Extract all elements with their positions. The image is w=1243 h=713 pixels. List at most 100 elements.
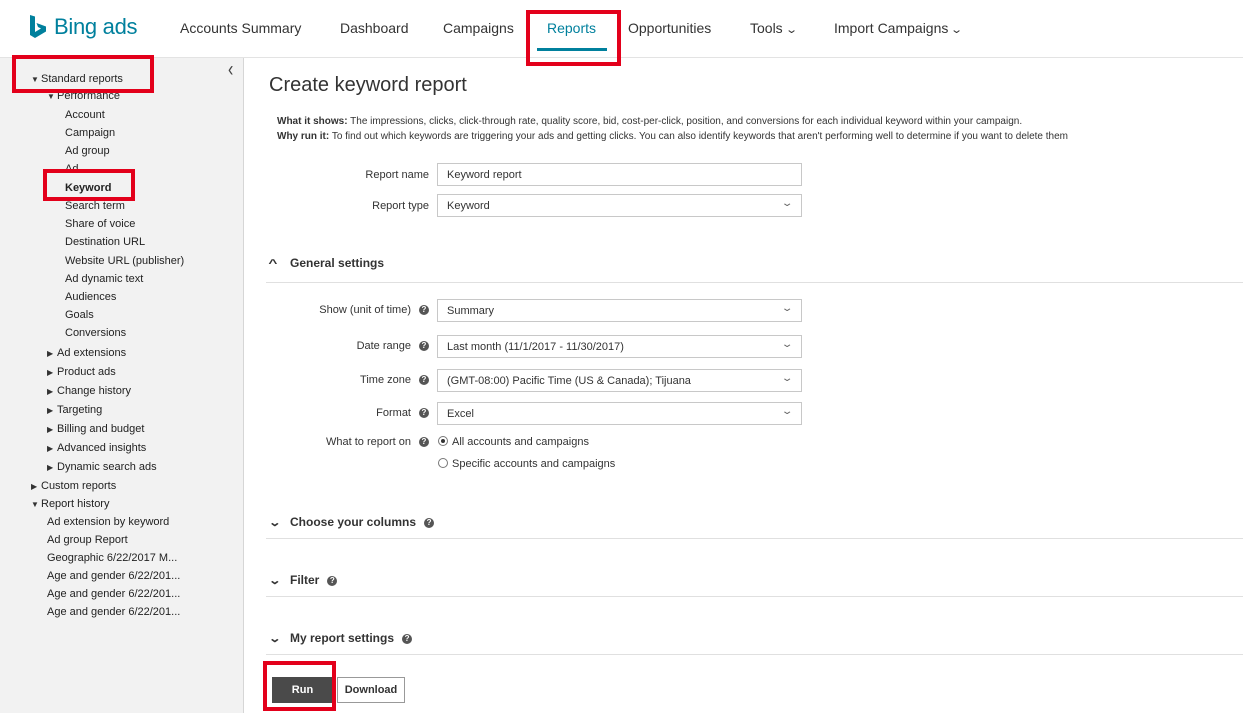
format-select[interactable]: Excel ⌄	[437, 402, 802, 425]
date-range-label: Date range?	[357, 340, 429, 352]
history-item[interactable]: Ad group Report	[47, 533, 128, 547]
help-icon[interactable]: ?	[419, 408, 429, 419]
download-button[interactable]: Download	[337, 677, 405, 703]
report-type-label: Report type	[372, 200, 429, 212]
tree-performance[interactable]: ▼ Performance	[47, 89, 120, 104]
filter-header[interactable]: ⌄ Filter?	[268, 573, 338, 587]
what-text: The impressions, clicks, click-through r…	[347, 116, 1023, 127]
help-icon[interactable]: ?	[419, 437, 429, 448]
tree-item-share-of-voice[interactable]: Share of voice	[65, 217, 135, 231]
page-title: Create keyword report	[269, 74, 467, 96]
history-item[interactable]: Age and gender 6/22/201...	[47, 569, 180, 583]
nav-campaigns[interactable]: Campaigns	[443, 20, 514, 36]
chevron-left-icon[interactable]: ‹	[228, 59, 233, 82]
tree-item-account[interactable]: Account	[65, 108, 105, 122]
report-name-input[interactable]: Keyword report	[437, 163, 802, 186]
tree-targeting[interactable]: ▶ Targeting	[47, 403, 102, 418]
nav-reports[interactable]: Reports	[547, 20, 596, 36]
triangle-right-icon: ▶	[47, 425, 54, 434]
tree-report-history[interactable]: ▼ Report history	[31, 497, 109, 512]
chevron-down-icon: ⌄	[780, 198, 794, 209]
tree-item-search-term[interactable]: Search term	[65, 199, 125, 213]
tree-advanced-insights[interactable]: ▶ Advanced insights	[47, 441, 146, 456]
brand-name: Bing ads	[54, 14, 138, 39]
why-text: To find out which keywords are triggerin…	[329, 131, 1069, 142]
time-zone-value: (GMT-08:00) Pacific Time (US & Canada); …	[447, 375, 691, 387]
help-icon[interactable]: ?	[419, 375, 429, 386]
triangle-right-icon: ▶	[47, 463, 54, 472]
tree-label: Dynamic search ads	[57, 461, 157, 473]
bing-ads-logo[interactable]: Bing ads	[28, 14, 138, 40]
format-value: Excel	[447, 408, 474, 420]
report-type-select[interactable]: Keyword ⌄	[437, 194, 802, 217]
tree-item-ad-dynamic-text[interactable]: Ad dynamic text	[65, 272, 143, 286]
report-name-label: Report name	[365, 169, 429, 181]
triangle-down-icon: ▼	[47, 92, 55, 101]
nav-dashboard[interactable]: Dashboard	[340, 20, 409, 36]
triangle-down-icon: ▼	[31, 500, 39, 509]
tree-product-ads[interactable]: ▶ Product ads	[47, 365, 116, 380]
date-range-value: Last month (11/1/2017 - 11/30/2017)	[447, 341, 624, 353]
run-button[interactable]: Run	[272, 677, 333, 703]
tree-item-ad-group[interactable]: Ad group	[65, 144, 110, 158]
tree-item-conversions[interactable]: Conversions	[65, 326, 126, 340]
history-item[interactable]: Age and gender 6/22/201...	[47, 605, 180, 619]
report-name-value: Keyword report	[447, 169, 522, 181]
tree-item-campaign[interactable]: Campaign	[65, 126, 115, 140]
why-run-it: Why run it: To find out which keywords a…	[277, 131, 1068, 142]
my-report-settings-header[interactable]: ⌄ My report settings?	[268, 631, 413, 645]
tree-change-history[interactable]: ▶ Change history	[47, 384, 131, 399]
general-settings-header[interactable]: ^ General settings	[268, 256, 385, 270]
show-unit-select[interactable]: Summary ⌄	[437, 299, 802, 322]
tree-ad-extensions[interactable]: ▶ Ad extensions	[47, 346, 126, 361]
choose-columns-header[interactable]: ⌄ Choose your columns?	[268, 515, 435, 529]
nav-tools[interactable]: Tools ⌄	[750, 20, 798, 36]
nav-accounts-summary[interactable]: Accounts Summary	[180, 20, 301, 36]
tree-billing-budget[interactable]: ▶ Billing and budget	[47, 422, 144, 437]
history-item[interactable]: Age and gender 6/22/201...	[47, 587, 180, 601]
what-label: What it shows:	[277, 116, 348, 127]
tree-item-audiences[interactable]: Audiences	[65, 290, 116, 304]
tree-custom-reports[interactable]: ▶ Custom reports	[31, 479, 116, 494]
chevron-down-icon: ⌄	[950, 24, 964, 36]
help-icon[interactable]: ?	[419, 305, 429, 316]
chevron-down-icon: ⌄	[784, 24, 798, 36]
time-zone-select[interactable]: (GMT-08:00) Pacific Time (US & Canada); …	[437, 369, 802, 392]
section-divider	[266, 282, 1243, 283]
report-on-label: What to report on?	[326, 436, 429, 448]
nav-import-campaigns[interactable]: Import Campaigns ⌄	[834, 20, 964, 36]
radio-specific-accounts[interactable]: Specific accounts and campaigns	[438, 458, 615, 470]
triangle-right-icon: ▶	[47, 444, 54, 453]
nav-opportunities[interactable]: Opportunities	[628, 20, 711, 36]
chevron-down-icon: ⌄	[268, 575, 282, 587]
triangle-down-icon: ▼	[31, 75, 39, 84]
general-settings-label: General settings	[290, 256, 385, 270]
radio-label: All accounts and campaigns	[452, 436, 589, 448]
tree-standard-reports[interactable]: ▼ Standard reports	[31, 72, 123, 87]
tree-label: Standard reports	[41, 73, 123, 85]
tree-item-goals[interactable]: Goals	[65, 308, 94, 322]
tree-label: Advanced insights	[57, 442, 147, 454]
history-item[interactable]: Geographic 6/22/2017 M...	[47, 551, 177, 565]
date-range-select[interactable]: Last month (11/1/2017 - 11/30/2017) ⌄	[437, 335, 802, 358]
show-unit-value: Summary	[447, 305, 495, 317]
history-item[interactable]: Ad extension by keyword	[47, 515, 169, 529]
section-divider	[266, 538, 1243, 539]
bing-logo-icon	[30, 15, 46, 38]
tree-item-destination-url[interactable]: Destination URL	[65, 235, 145, 249]
radio-empty-icon	[438, 458, 448, 468]
tree-item-website-url[interactable]: Website URL (publisher)	[65, 254, 184, 268]
help-icon[interactable]: ?	[424, 517, 435, 528]
help-icon[interactable]: ?	[327, 575, 338, 586]
show-unit-label: Show (unit of time)?	[319, 304, 429, 316]
nav-tools-label: Tools	[750, 20, 783, 36]
radio-all-accounts[interactable]: All accounts and campaigns	[438, 436, 589, 448]
time-zone-label: Time zone?	[360, 374, 429, 386]
help-icon[interactable]: ?	[402, 633, 413, 644]
tree-dynamic-search-ads[interactable]: ▶ Dynamic search ads	[47, 460, 157, 475]
tree-item-ad[interactable]: Ad	[65, 162, 78, 176]
choose-columns-label: Choose your columns	[290, 515, 417, 529]
help-icon[interactable]: ?	[419, 341, 429, 352]
tree-item-keyword[interactable]: Keyword	[65, 181, 111, 195]
chevron-down-icon: ⌄	[780, 406, 794, 417]
